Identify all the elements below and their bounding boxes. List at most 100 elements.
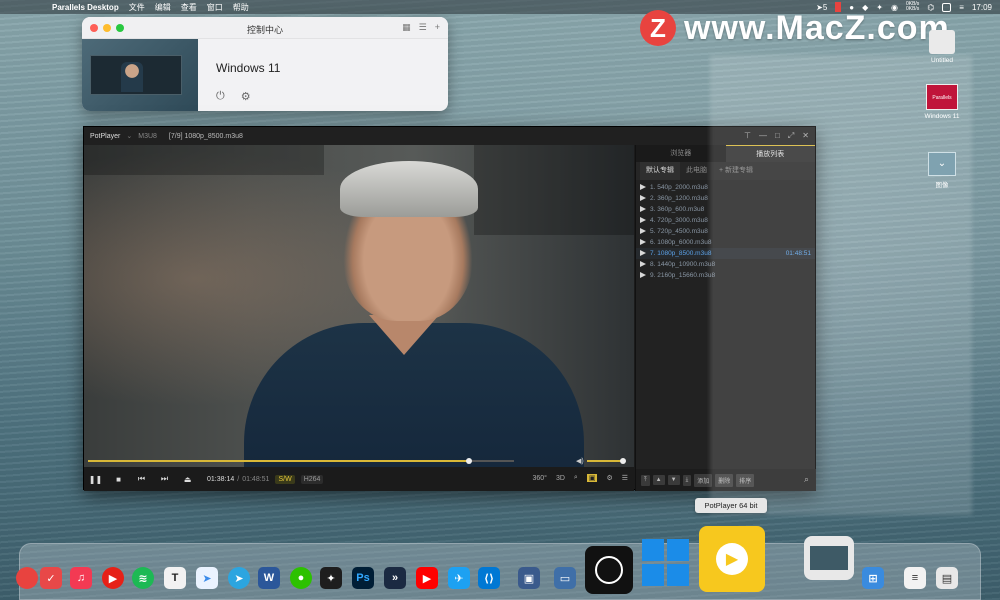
duration: 01:48:51 bbox=[242, 475, 270, 483]
playback-controls: ❚❚ ■ ⏮ ⏭ ⏏ 01:38:14 / 01:48:51 S/W H264 … bbox=[84, 467, 634, 491]
tab-default-album[interactable]: 默认专辑 bbox=[640, 162, 680, 180]
next-icon[interactable]: ⏭ bbox=[153, 474, 176, 484]
chrome-icon[interactable] bbox=[16, 567, 38, 589]
codec-tag[interactable]: H264 bbox=[300, 474, 324, 484]
typora-icon[interactable]: T bbox=[164, 567, 186, 589]
music-icon[interactable]: ♫ bbox=[70, 567, 92, 589]
seek-knob[interactable] bbox=[466, 458, 472, 464]
ring-icon bbox=[595, 556, 623, 584]
play-icon bbox=[640, 195, 646, 201]
volume-slider[interactable] bbox=[587, 460, 623, 462]
add-vm-icon[interactable]: + bbox=[435, 22, 440, 33]
menu-app-name[interactable]: Parallels Desktop bbox=[52, 3, 119, 12]
watermark-text: www.MacZ.com bbox=[684, 8, 950, 47]
trash-icon[interactable] bbox=[804, 536, 854, 580]
trash-preview bbox=[810, 546, 848, 570]
seek-progress bbox=[88, 460, 469, 462]
video-person-torso bbox=[244, 323, 584, 479]
photoshop-icon[interactable]: Ps bbox=[352, 567, 374, 589]
windows11-dock-icon[interactable] bbox=[639, 536, 691, 588]
potplayer-dock-icon[interactable]: ▶ bbox=[699, 526, 765, 592]
menu-edit[interactable]: 编辑 bbox=[155, 2, 171, 13]
pause-icon[interactable]: ❚❚ bbox=[84, 475, 107, 484]
menu-clock[interactable]: 17:09 bbox=[972, 3, 992, 12]
move-up-icon[interactable]: ▲ bbox=[652, 475, 665, 485]
vm-thumbnail-screen bbox=[90, 55, 182, 95]
play-icon bbox=[640, 250, 646, 256]
potplayer-window: PotPlayer ⌄ M3U8 [7/9] 1080p_8500.m3u8 ⊤… bbox=[83, 126, 816, 491]
wechat-icon[interactable]: ● bbox=[290, 567, 312, 589]
decoder-tag[interactable]: S/W bbox=[275, 474, 295, 484]
vscode-icon[interactable]: ⟨⟩ bbox=[478, 567, 500, 589]
windows-logo-icon bbox=[641, 538, 689, 586]
word-icon[interactable]: W bbox=[258, 567, 280, 589]
vm-actions: ⏻ ⚙ bbox=[216, 90, 251, 103]
play-icon bbox=[640, 184, 646, 190]
move-bottom-icon[interactable]: ⤓ bbox=[682, 474, 692, 486]
menu-view[interactable]: 查看 bbox=[181, 2, 197, 13]
chevron-down-icon[interactable]: ⌄ bbox=[126, 132, 132, 140]
twitter-icon[interactable]: ✈ bbox=[448, 567, 470, 589]
vr360-button[interactable]: 360° bbox=[532, 475, 546, 482]
seek-bar[interactable]: ◀) bbox=[84, 457, 634, 465]
video-shelf bbox=[474, 145, 634, 235]
telegram-icon[interactable]: ➤ bbox=[228, 567, 250, 589]
document-thumbnail-icon[interactable]: ≡ bbox=[904, 567, 926, 589]
move-down-icon[interactable]: ▼ bbox=[667, 475, 680, 485]
vm-name[interactable]: Windows 11 bbox=[216, 61, 280, 75]
play-icon bbox=[640, 206, 646, 212]
potplayer-titlebar: PotPlayer ⌄ M3U8 [7/9] 1080p_8500.m3u8 ⊤… bbox=[84, 127, 815, 145]
figma-icon[interactable]: ✦ bbox=[320, 567, 342, 589]
potplayer-menu[interactable]: PotPlayer bbox=[90, 133, 120, 140]
right-controls: 360° 3D ⌕ ▣ ⚙ ☰ bbox=[532, 474, 628, 482]
video-frame[interactable] bbox=[84, 145, 634, 479]
3d-button[interactable]: 3D bbox=[556, 475, 565, 482]
drive-icon bbox=[929, 30, 955, 54]
move-top-icon[interactable]: ⤒ bbox=[641, 474, 650, 486]
play-icon bbox=[640, 217, 646, 223]
menu-window[interactable]: 窗口 bbox=[207, 2, 223, 13]
circle-app-icon[interactable] bbox=[585, 546, 633, 594]
tab-this-pc[interactable]: 此电脑 bbox=[680, 162, 713, 180]
menu-file[interactable]: 文件 bbox=[129, 2, 145, 13]
control-center-title: 控制中心 bbox=[246, 25, 283, 35]
todo-app-icon[interactable]: ✓ bbox=[40, 567, 62, 589]
volume-knob[interactable] bbox=[620, 458, 626, 464]
app-store-icon[interactable]: » bbox=[384, 567, 406, 589]
desktop-icon-image[interactable]: ⌄ 图像 bbox=[918, 152, 966, 189]
stop-icon[interactable]: ■ bbox=[107, 475, 130, 484]
eject-icon[interactable]: ⏏ bbox=[176, 475, 199, 484]
folder-icon: ⌄ bbox=[928, 152, 956, 176]
search-subtitle-icon[interactable]: ⌕ bbox=[574, 474, 578, 482]
gear-icon[interactable]: ⚙ bbox=[241, 90, 251, 103]
volume-icon[interactable]: ◀) bbox=[576, 457, 584, 465]
paper-plane-icon[interactable]: ➤ bbox=[196, 567, 218, 589]
previous-icon[interactable]: ⏮ bbox=[130, 474, 153, 484]
desktop-icon-windows11[interactable]: Parallels Windows 11 bbox=[918, 84, 966, 120]
parallels-vm-dock-icon[interactable]: ▣ bbox=[518, 567, 540, 589]
screenshot-thumbnail-icon[interactable]: ▤ bbox=[936, 567, 958, 589]
list-view-icon[interactable]: ☰ bbox=[419, 22, 427, 33]
power-icon[interactable]: ⏻ bbox=[216, 90, 225, 103]
infuse-icon[interactable]: ▶ bbox=[102, 567, 124, 589]
menu-help[interactable]: 帮助 bbox=[233, 2, 249, 13]
chapter-icon[interactable]: ▣ bbox=[586, 474, 598, 482]
windows-start-icon[interactable]: ⊞ bbox=[862, 567, 884, 589]
control-center-icon[interactable]: ≡ bbox=[959, 3, 964, 12]
blurred-region bbox=[710, 55, 972, 515]
grid-view-icon[interactable]: ▦ bbox=[402, 22, 411, 33]
windows-explorer-icon[interactable]: ▭ bbox=[554, 567, 576, 589]
play-icon bbox=[640, 261, 646, 267]
dock: ✓ ♫ ▶ ≋ T ➤ ➤ W ● ✦ Ps » ▶ ✈ ⟨⟩ ▣ ▭ ▶ ⊞ … bbox=[16, 526, 981, 600]
desktop-icon-untitled[interactable]: Untitled bbox=[918, 30, 966, 64]
vm-thumbnail-video-frame bbox=[121, 62, 143, 92]
play-icon bbox=[640, 272, 646, 278]
settings-icon[interactable]: ⚙ bbox=[606, 474, 612, 482]
control-center-toolbar: ▦ ☰ + bbox=[402, 22, 440, 33]
menu-icon[interactable]: ☰ bbox=[622, 474, 628, 482]
youtube-icon[interactable]: ▶ bbox=[416, 567, 438, 589]
vm-thumbnail[interactable] bbox=[82, 39, 198, 111]
spotify-icon[interactable]: ≋ bbox=[132, 567, 154, 589]
dock-tooltip: PotPlayer 64 bit bbox=[695, 498, 767, 513]
watermark: Z www.MacZ.com bbox=[640, 8, 950, 48]
